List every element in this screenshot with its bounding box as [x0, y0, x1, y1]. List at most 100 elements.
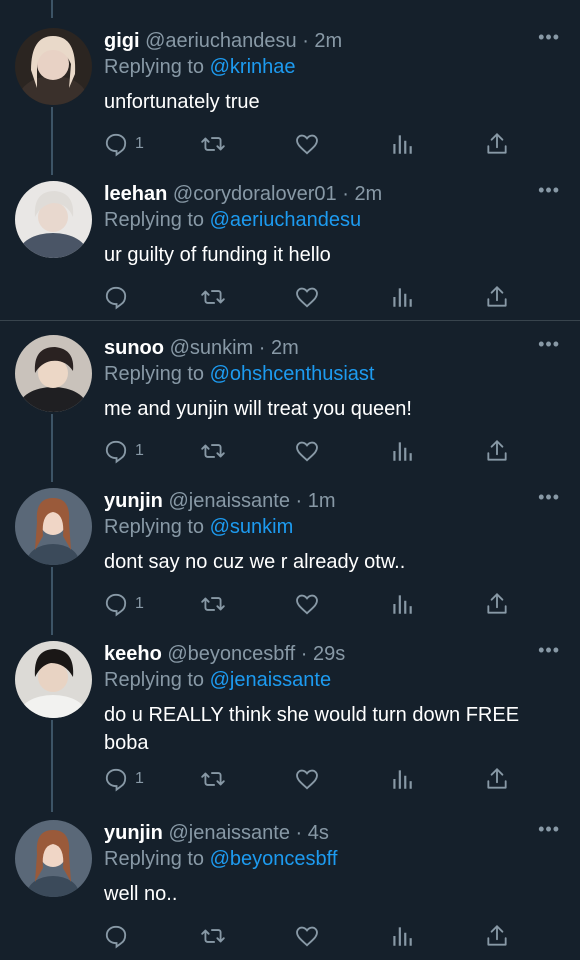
- mention-link[interactable]: @krinhae: [210, 56, 296, 78]
- replying-to-label: Replying to: [104, 363, 205, 385]
- separator: ·: [302, 30, 309, 52]
- separator: ·: [300, 643, 308, 665]
- display-name[interactable]: keeho: [104, 643, 162, 665]
- analytics-icon: [389, 766, 415, 792]
- timestamp[interactable]: 2m: [354, 183, 382, 205]
- views-button[interactable]: [389, 590, 415, 618]
- like-button[interactable]: [294, 590, 320, 618]
- retweet-button[interactable]: [200, 130, 226, 158]
- reply-button[interactable]: 1: [103, 130, 144, 158]
- display-name[interactable]: sunoo: [104, 337, 164, 359]
- tweet-text: do u REALLY think she would turn down FR…: [104, 704, 520, 754]
- analytics-icon: [389, 284, 415, 310]
- mention-link[interactable]: @aeriuchandesu: [210, 209, 362, 231]
- mention-link[interactable]: @sunkim: [210, 516, 294, 538]
- share-icon: [484, 591, 510, 617]
- share-icon: [484, 131, 510, 157]
- like-button[interactable]: [294, 922, 320, 950]
- avatar[interactable]: [15, 181, 92, 258]
- mention-link[interactable]: @jenaissante: [210, 669, 331, 691]
- share-icon: [484, 438, 510, 464]
- retweet-button[interactable]: [200, 590, 226, 618]
- retweet-icon: [200, 284, 226, 310]
- mention-link[interactable]: @beyoncesbff: [210, 848, 338, 870]
- reply-button[interactable]: 1: [103, 590, 144, 618]
- reply-count: 1: [135, 442, 144, 459]
- reply-button[interactable]: 1: [103, 765, 144, 793]
- retweet-icon: [200, 591, 226, 617]
- more-options-icon[interactable]: •••: [538, 181, 560, 199]
- share-icon: [484, 923, 510, 949]
- reply-button[interactable]: [103, 922, 135, 950]
- reply-button[interactable]: [103, 283, 135, 311]
- analytics-icon: [389, 591, 415, 617]
- tweet-text: ur guilty of funding it hello: [104, 244, 331, 266]
- separator: ·: [258, 337, 266, 359]
- views-button[interactable]: [389, 130, 415, 158]
- timestamp[interactable]: 2m: [271, 337, 299, 359]
- reply-count: 1: [135, 770, 144, 787]
- handle[interactable]: @beyoncesbff: [167, 643, 295, 665]
- like-button[interactable]: [294, 765, 320, 793]
- avatar[interactable]: [15, 820, 92, 897]
- share-icon: [484, 766, 510, 792]
- heart-icon: [294, 923, 320, 949]
- analytics-icon: [389, 131, 415, 157]
- share-button[interactable]: [484, 922, 510, 950]
- replying-to-label: Replying to: [104, 56, 205, 78]
- retweet-icon: [200, 766, 226, 792]
- views-button[interactable]: [389, 765, 415, 793]
- timestamp[interactable]: 2m: [314, 30, 342, 52]
- share-icon: [484, 284, 510, 310]
- heart-icon: [294, 438, 320, 464]
- avatar[interactable]: [15, 488, 92, 565]
- handle[interactable]: @aeriuchandesu: [145, 30, 297, 52]
- more-options-icon[interactable]: •••: [538, 488, 560, 506]
- replying-to-label: Replying to: [104, 848, 205, 870]
- handle[interactable]: @sunkim: [170, 337, 254, 359]
- reply-icon: [103, 591, 129, 617]
- separator: ·: [342, 183, 349, 205]
- mention-link[interactable]: @ohshcenthusiast: [210, 363, 375, 385]
- separator: ·: [295, 822, 303, 844]
- timestamp[interactable]: 1m: [308, 490, 336, 512]
- display-name[interactable]: leehan: [104, 183, 167, 205]
- display-name[interactable]: gigi: [104, 30, 140, 52]
- views-button[interactable]: [389, 437, 415, 465]
- views-button[interactable]: [389, 283, 415, 311]
- share-button[interactable]: [484, 765, 510, 793]
- share-button[interactable]: [484, 130, 510, 158]
- reply-count: 1: [135, 135, 144, 152]
- reply-icon: [103, 923, 129, 949]
- more-options-icon[interactable]: •••: [538, 641, 560, 659]
- like-button[interactable]: [294, 130, 320, 158]
- handle[interactable]: @jenaissante: [168, 822, 289, 844]
- timestamp[interactable]: 29s: [313, 643, 345, 665]
- section-divider: [0, 320, 580, 321]
- display-name[interactable]: yunjin: [104, 822, 163, 844]
- more-options-icon[interactable]: •••: [538, 335, 560, 353]
- share-button[interactable]: [484, 283, 510, 311]
- avatar[interactable]: [15, 335, 92, 412]
- tweet-text: me and yunjin will treat you queen!: [104, 398, 412, 420]
- avatar[interactable]: [15, 641, 92, 718]
- handle[interactable]: @jenaissante: [168, 490, 289, 512]
- share-button[interactable]: [484, 590, 510, 618]
- retweet-button[interactable]: [200, 437, 226, 465]
- more-options-icon[interactable]: •••: [538, 820, 560, 838]
- handle[interactable]: @corydoralover01: [173, 183, 337, 205]
- reply-count: 1: [135, 595, 144, 612]
- timestamp[interactable]: 4s: [308, 822, 329, 844]
- display-name[interactable]: yunjin: [104, 490, 163, 512]
- retweet-button[interactable]: [200, 765, 226, 793]
- like-button[interactable]: [294, 437, 320, 465]
- retweet-button[interactable]: [200, 283, 226, 311]
- share-button[interactable]: [484, 437, 510, 465]
- reply-button[interactable]: 1: [103, 437, 144, 465]
- more-options-icon[interactable]: •••: [538, 28, 560, 46]
- retweet-button[interactable]: [200, 922, 226, 950]
- like-button[interactable]: [294, 283, 320, 311]
- views-button[interactable]: [389, 922, 415, 950]
- retweet-icon: [200, 131, 226, 157]
- avatar[interactable]: [15, 28, 92, 105]
